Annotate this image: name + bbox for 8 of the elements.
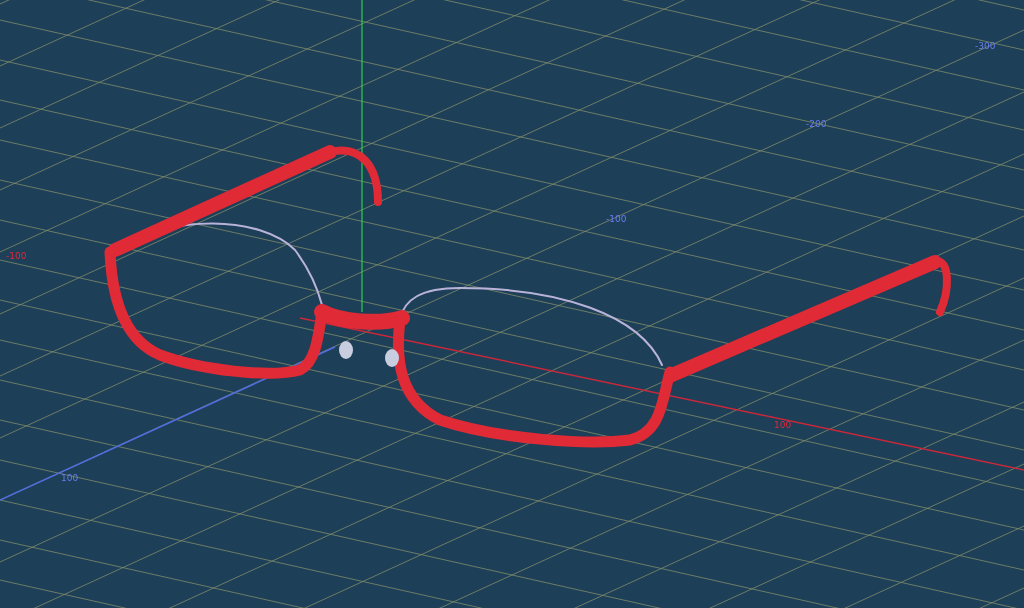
axis-label: -300 bbox=[975, 41, 996, 51]
axis-label: 100 bbox=[774, 420, 792, 430]
axis-label: 100 bbox=[61, 473, 79, 483]
axis-label: -200 bbox=[806, 119, 827, 129]
eyeglasses-drawing[interactable] bbox=[104, 145, 951, 448]
axis-label: -100 bbox=[606, 214, 627, 224]
3d-viewport[interactable]: -300 -200 -100 -100 100 100 bbox=[0, 0, 1024, 608]
axis-label: -100 bbox=[6, 251, 27, 261]
